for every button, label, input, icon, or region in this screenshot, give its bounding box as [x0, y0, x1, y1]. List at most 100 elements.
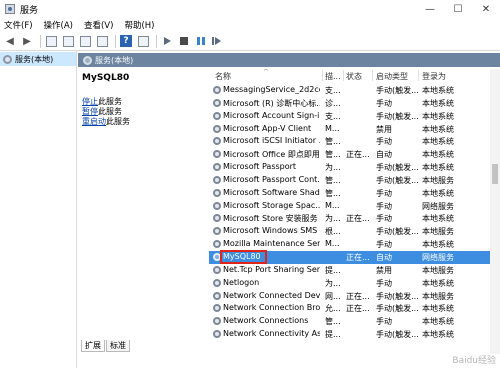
service-description-cell: M... [325, 200, 340, 210]
pause-service-button[interactable] [194, 34, 208, 48]
service-logon-cell: 本地服务 [422, 265, 454, 275]
service-name-cell: Microsoft Store 安装服务 [223, 214, 318, 224]
service-name-cell: Network Connection Bro... [223, 303, 320, 313]
table-row[interactable]: Network Connected Devi... 网... 正在... 手动(触发.… [209, 290, 490, 303]
service-description-cell: 为... [325, 214, 341, 224]
close-button[interactable]: ✕ [472, 0, 500, 18]
column-divider[interactable] [343, 70, 344, 81]
service-name-cell: Microsoft Software Shad... [223, 187, 320, 197]
watermark: Baidu经验 [452, 356, 496, 366]
service-gear-icon [213, 317, 221, 326]
service-startup-type-cell: 手动 [376, 214, 392, 224]
properties-button[interactable] [61, 34, 75, 48]
service-startup-type-cell: 手动 [376, 201, 392, 211]
table-row[interactable]: Microsoft iSCSI Initiator ... 管... 手动 本地系统 [209, 135, 490, 148]
service-status-cell: 正在... [346, 252, 370, 262]
menu-file[interactable]: 文件(F) [4, 19, 33, 31]
column-header-startup-type[interactable]: 启动类型 [376, 71, 408, 82]
menu-action[interactable]: 操作(A) [44, 19, 73, 31]
table-row[interactable]: Microsoft Passport Cont... 管... 手动(触发... 本地… [209, 174, 490, 187]
table-row[interactable]: Network Connection Bro... 允... 正在... 手动(触发.… [209, 302, 490, 315]
services-panel: 服务(本地) MySQL80 停止此服务 暂停此服务 重启动此服务 ^ 名称 描… [78, 51, 500, 368]
title-bar: 服务 — ☐ ✕ [0, 0, 500, 18]
start-service-button[interactable] [160, 34, 174, 48]
table-row[interactable]: Network Connectivity Ass... 提... 手动(触发... 本… [209, 328, 490, 341]
console-tree-icon [45, 35, 57, 47]
forward-arrow-icon[interactable]: ▶ [20, 34, 34, 48]
service-startup-type-cell: 手动 [376, 188, 392, 198]
toolbar-separator [115, 34, 116, 48]
service-name-cell: Microsoft (R) 诊断中心标... [223, 98, 320, 108]
show-action-pane-button[interactable] [136, 34, 150, 48]
refresh-button[interactable] [78, 34, 92, 48]
service-gear-icon [213, 265, 221, 274]
service-gear-icon [213, 201, 221, 210]
stop-service-button[interactable] [177, 34, 191, 48]
table-row[interactable]: Microsoft (R) 诊断中心标... 诊... 手动 本地系统 [209, 97, 490, 110]
table-row[interactable]: Microsoft App-V Client M... 禁用 本地系统 [209, 123, 490, 136]
column-header-logon-as[interactable]: 登录为 [422, 71, 446, 82]
tab-extended[interactable]: 扩展 [81, 340, 105, 352]
service-name-cell: Microsoft App-V Client [223, 123, 312, 133]
export-list-button[interactable] [95, 34, 109, 48]
maximize-button[interactable]: ☐ [444, 0, 472, 18]
show-tree-button[interactable] [44, 34, 58, 48]
help-button[interactable]: ? [119, 34, 133, 48]
window-controls: — ☐ ✕ [416, 0, 500, 18]
table-row[interactable]: Network Connections 管... 手动 本地系统 [209, 315, 490, 328]
service-logon-cell: 本地系统 [422, 137, 454, 147]
services-app-icon [5, 4, 15, 14]
table-row[interactable]: Net.Tcp Port Sharing Ser... 提... 禁用 本地服务 [209, 264, 490, 277]
action-pane-icon [137, 35, 149, 47]
service-description-cell: 管... [325, 150, 341, 160]
table-row[interactable]: Microsoft Passport 为... 手动(触发... 本地系统 [209, 161, 490, 174]
service-gear-icon [213, 86, 221, 94]
vertical-scrollbar[interactable] [490, 69, 500, 354]
highlight-box [220, 249, 267, 264]
menu-view[interactable]: 查看(V) [84, 19, 113, 31]
minimize-button[interactable]: — [416, 0, 444, 18]
service-logon-cell: 本地服务 [422, 227, 454, 237]
stop-icon [180, 37, 188, 45]
sort-ascending-icon: ^ [263, 69, 269, 76]
column-divider[interactable] [372, 70, 373, 81]
tree-item-services-local[interactable]: 服务(本地) [0, 52, 76, 66]
gear-icon [83, 55, 92, 65]
table-row[interactable]: Microsoft Office 即点即用... 管... 正在... 自动 本地系统 [209, 148, 490, 161]
table-row[interactable]: MessagingService_2d2cc... 支... 手动(触发... 本地系… [209, 84, 490, 97]
table-row[interactable]: Microsoft Storage Spac... M... 手动 网络服务 [209, 200, 490, 213]
table-row[interactable]: Microsoft Store 安装服务 为... 正在... 手动 本地系统 [209, 212, 490, 225]
service-startup-type-cell: 手动(触发... [376, 175, 418, 185]
service-description-cell: 支... [325, 111, 341, 121]
service-gear-icon [213, 291, 221, 300]
table-row[interactable]: MySQL80 正在... 自动 网络服务 [209, 249, 490, 264]
restart-icon [212, 37, 221, 45]
tab-standard[interactable]: 标准 [106, 340, 130, 352]
stop-service-link[interactable]: 停止 [82, 97, 98, 106]
column-header-description[interactable]: 描... [325, 71, 341, 82]
service-logon-cell: 本地系统 [422, 304, 454, 314]
column-header-status[interactable]: 状态 [346, 71, 362, 82]
menu-help[interactable]: 帮助(H) [124, 19, 154, 31]
service-name-cell: Microsoft Storage Spac... [223, 200, 320, 210]
play-icon [163, 37, 171, 45]
table-row[interactable]: Microsoft Windows SMS ... 根... 手动(触发... 本地服… [209, 225, 490, 238]
table-row[interactable]: Microsoft Software Shad... 管... 手动 本地系统 [209, 187, 490, 200]
column-divider[interactable] [418, 70, 419, 81]
restart-service-line: 重启动此服务 [82, 117, 201, 127]
restart-service-button[interactable] [211, 34, 225, 48]
service-startup-type-cell: 禁用 [376, 124, 392, 134]
column-divider[interactable] [322, 70, 323, 81]
table-row[interactable]: Microsoft Account Sign-i... 支... 手动(触发... 本… [209, 110, 490, 123]
column-header-name[interactable]: 名称 [215, 71, 231, 82]
service-name-cell: Net.Tcp Port Sharing Ser... [223, 264, 320, 274]
scrollbar-thumb[interactable] [492, 164, 498, 184]
gear-icon [3, 54, 12, 64]
services-list: ^ 名称 描... 状态 启动类型 登录为 MessagingService_2… [209, 69, 500, 354]
back-arrow-icon[interactable]: ◀ [3, 34, 17, 48]
restart-service-link[interactable]: 重启动 [82, 117, 106, 126]
table-row[interactable]: Netlogon 为... 手动 本地系统 [209, 277, 490, 290]
service-startup-type-cell: 手动 [376, 98, 392, 108]
service-gear-icon [213, 240, 221, 249]
pause-service-link[interactable]: 暂停 [82, 107, 98, 116]
